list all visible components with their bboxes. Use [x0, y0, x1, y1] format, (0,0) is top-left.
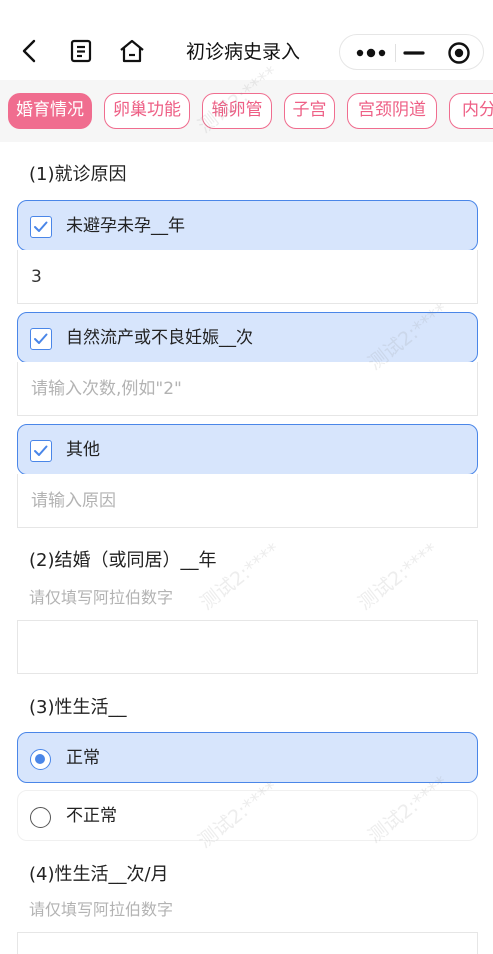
option-normal[interactable]: 正常: [17, 732, 478, 783]
input-placeholder: 请输入次数,例如"2": [31, 379, 182, 399]
reason-input[interactable]: 请输入原因: [17, 474, 478, 528]
option-other[interactable]: 其他: [17, 424, 478, 475]
option-label: 不正常: [66, 806, 117, 826]
question-label: (1)就诊原因: [29, 164, 127, 185]
checkbox-checked-icon[interactable]: [30, 440, 52, 462]
navigation-bar: 初诊病史录入: [0, 0, 493, 80]
radio-selected-icon[interactable]: [30, 749, 51, 770]
input-hint: 请仅填写阿拉伯数字: [29, 900, 174, 919]
checkbox-checked-icon[interactable]: [30, 216, 52, 238]
option-label: 自然流产或不良妊娠__次: [66, 328, 253, 348]
category-tabs: 婚育情况 卵巢功能 输卵管 子宫 宫颈阴道 内分: [0, 80, 493, 142]
tab-cervix[interactable]: 宫颈阴道: [347, 93, 437, 129]
page-title: 初诊病史录入: [186, 41, 301, 63]
tab-fallopian[interactable]: 输卵管: [202, 93, 272, 129]
tab-endocrine[interactable]: 内分: [449, 93, 493, 129]
home-icon[interactable]: [118, 38, 146, 64]
marriage-years-input[interactable]: [17, 620, 478, 674]
document-icon[interactable]: [69, 39, 93, 63]
option-no-contraception[interactable]: 未避孕未孕__年: [17, 200, 478, 251]
question-label: (2)结婚（或同居）__年: [29, 550, 217, 571]
option-label: 未避孕未孕__年: [66, 216, 185, 236]
question-label: (4)性生活__次/月: [29, 864, 169, 885]
option-miscarriage[interactable]: 自然流产或不良妊娠__次: [17, 312, 478, 363]
capsule-divider: [395, 44, 396, 62]
frequency-input[interactable]: [17, 932, 478, 954]
chevron-left-icon[interactable]: [18, 38, 42, 64]
more-dots-icon[interactable]: [354, 41, 388, 65]
watermark: 测试2:****: [354, 538, 443, 615]
tab-marriage[interactable]: 婚育情况: [8, 93, 92, 129]
tab-uterus[interactable]: 子宫: [284, 93, 335, 129]
option-abnormal[interactable]: 不正常: [17, 790, 478, 841]
minimize-icon[interactable]: [402, 41, 426, 65]
input-placeholder: 请输入原因: [31, 491, 116, 511]
question-label: (3)性生活__: [29, 697, 127, 718]
input-value: 3: [31, 267, 42, 287]
input-hint: 请仅填写阿拉伯数字: [29, 588, 174, 607]
times-input[interactable]: 请输入次数,例如"2": [17, 362, 478, 416]
checkbox-checked-icon[interactable]: [30, 328, 52, 350]
capsule-menu: [339, 34, 484, 70]
option-label: 其他: [66, 440, 100, 460]
years-input[interactable]: 3: [17, 250, 478, 304]
target-icon[interactable]: [447, 41, 471, 65]
radio-unselected-icon[interactable]: [30, 807, 51, 828]
tab-ovary[interactable]: 卵巢功能: [104, 93, 190, 129]
option-label: 正常: [66, 748, 100, 768]
